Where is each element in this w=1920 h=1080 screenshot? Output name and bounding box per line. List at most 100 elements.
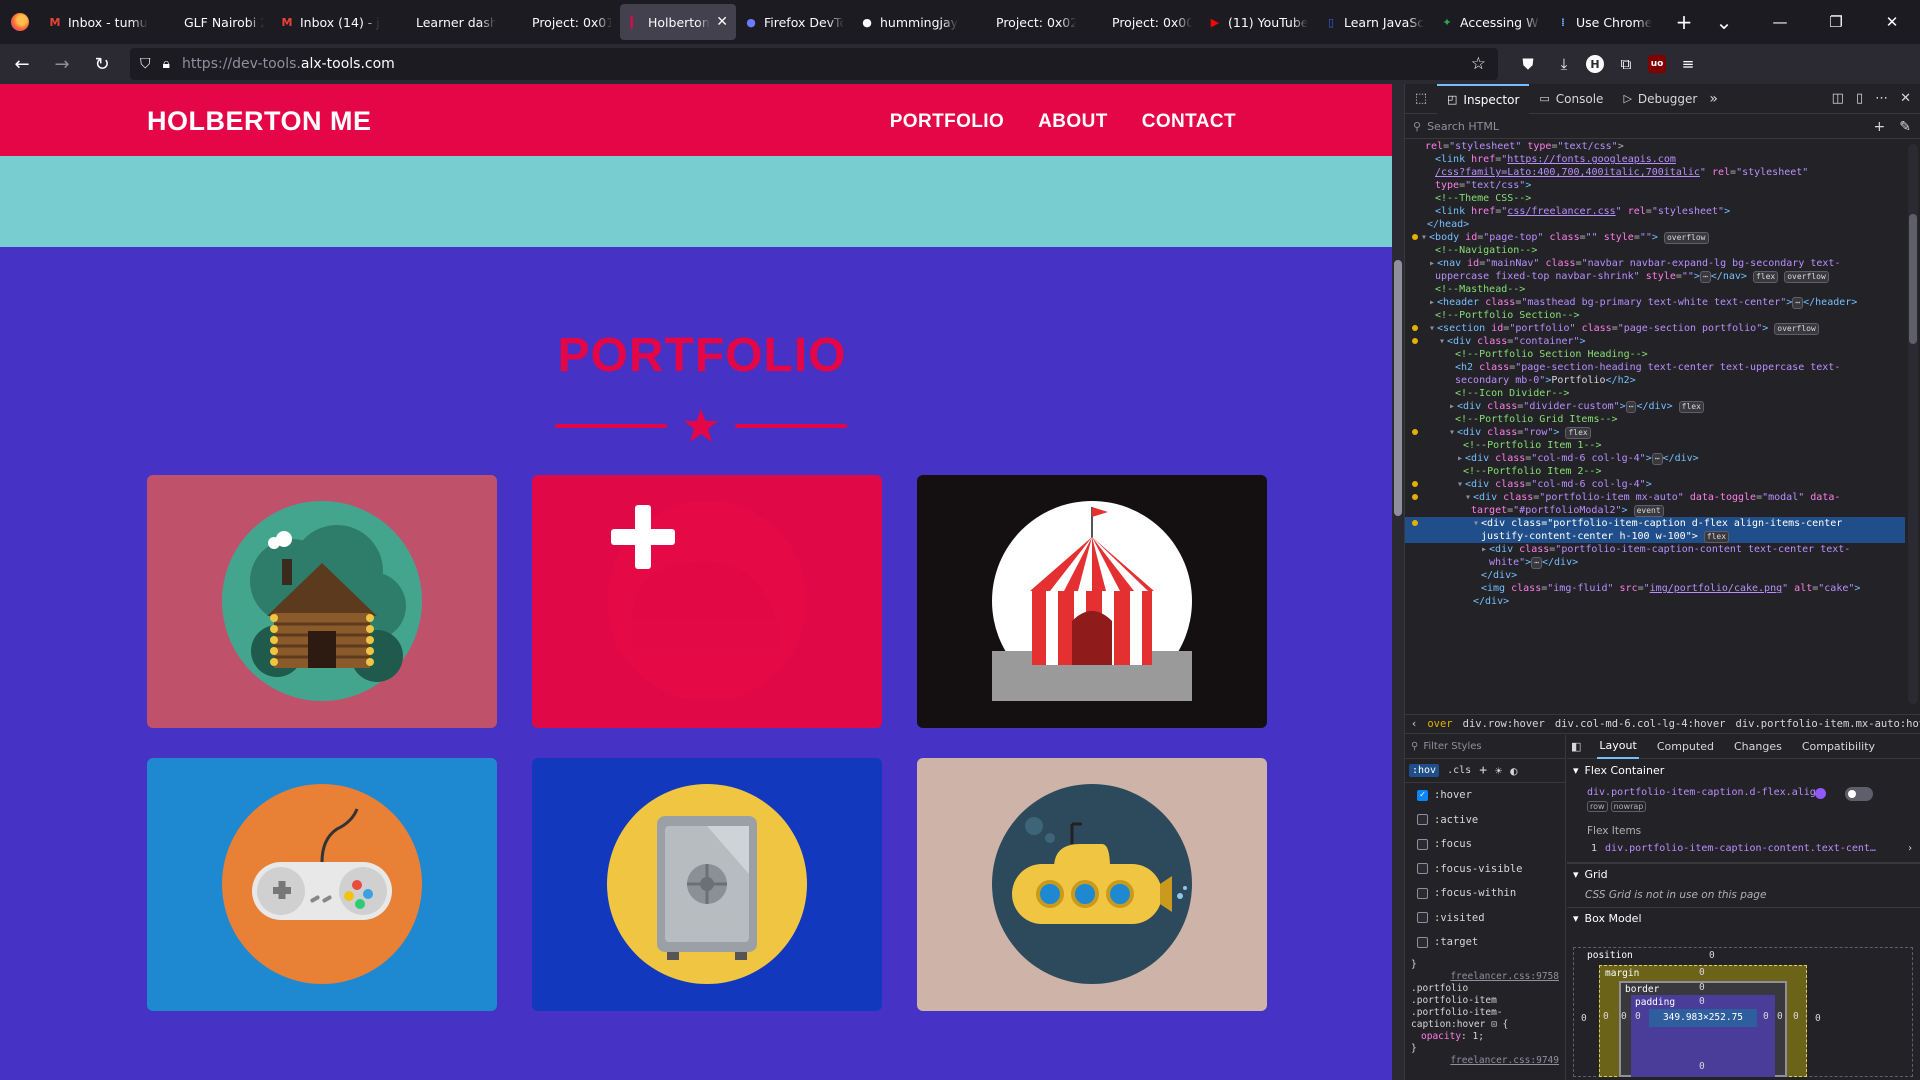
browser-tab[interactable]: ● Firefox DevTo <box>736 4 852 40</box>
markup-node[interactable]: target="#portfolioModal2"> event <box>1405 504 1905 517</box>
lock-icon[interactable]: 🔒︎ <box>163 56 170 72</box>
markup-node[interactable]: <!--Portfolio Item 2--> <box>1405 465 1905 478</box>
expand-toggle-icon[interactable]: ▾ <box>1457 479 1463 490</box>
browser-tab[interactable]: ▎ Holberton ✕ <box>620 4 736 40</box>
markup-node[interactable]: <!--Portfolio Item 1--> <box>1405 439 1905 452</box>
browser-tab[interactable]: M Inbox (14) - ja <box>272 4 388 40</box>
pseudo-class-toggle[interactable]: :focus <box>1405 832 1565 857</box>
portfolio-item-submarine[interactable] <box>917 758 1267 1011</box>
element-picker-icon[interactable]: ⬚ <box>1405 91 1437 106</box>
markup-scrollbar[interactable] <box>1908 144 1918 704</box>
url-bar[interactable]: ⛉ 🔒︎ https://dev-tools. alx-tools.com ☆ <box>130 48 1498 80</box>
markup-view[interactable]: rel="stylesheet" type="text/css"> <link h… <box>1405 140 1905 714</box>
reload-icon[interactable]: ↻ <box>84 48 120 80</box>
markup-node[interactable]: ▾ <div class="row"> flex <box>1405 426 1905 439</box>
downloads-icon[interactable]: ⤓ <box>1550 50 1578 78</box>
markup-node[interactable]: <!--Masthead--> <box>1405 283 1905 296</box>
sidebar-toggle-icon[interactable]: ◧ <box>1571 740 1581 753</box>
browser-tab[interactable]: ⁞ Use Chrome <box>1548 4 1664 40</box>
expand-toggle-icon[interactable]: ▾ <box>1473 518 1479 529</box>
close-tab-icon[interactable]: ✕ <box>712 14 728 30</box>
bm-value[interactable]: 0 <box>1635 1011 1641 1022</box>
restore-icon[interactable]: ❐ <box>1808 13 1864 31</box>
markup-node[interactable]: ▸ <div class="portfolio-item-caption-cont… <box>1405 543 1905 556</box>
checkbox[interactable] <box>1417 814 1428 826</box>
dark-scheme-icon[interactable]: ◐ <box>1510 764 1517 778</box>
browser-tab[interactable]: Project: 0x01. <box>504 4 620 40</box>
extensions-icon[interactable]: ⧉ <box>1612 50 1640 78</box>
markup-node[interactable]: ▾ <div class="container"> <box>1405 335 1905 348</box>
light-scheme-icon[interactable]: ☀ <box>1495 764 1502 778</box>
markup-node[interactable]: rel="stylesheet" type="text/css"> <box>1405 140 1905 153</box>
nav-link-contact[interactable]: CONTACT <box>1142 111 1236 133</box>
tab-console[interactable]: ▭ Console <box>1529 84 1613 114</box>
markup-node[interactable]: ▾ <div class="col-md-6 col-lg-4"> <box>1405 478 1905 491</box>
responsive-design-icon[interactable]: ▯ <box>1856 91 1863 106</box>
browser-tab[interactable]: ● hummingjay <box>852 4 968 40</box>
markup-node[interactable]: ▸ <nav id="mainNav" class="navbar navbar-… <box>1405 257 1905 270</box>
bm-value[interactable]: 0 <box>1603 1011 1609 1022</box>
expand-toggle-icon[interactable]: ▸ <box>1457 453 1463 464</box>
bm-value[interactable]: 0 <box>1793 1011 1799 1022</box>
tab-computed[interactable]: Computed <box>1655 735 1716 759</box>
bm-value[interactable]: 0 <box>1621 1011 1627 1022</box>
markup-node[interactable]: </div> <box>1405 569 1905 582</box>
checkbox[interactable] <box>1417 936 1428 948</box>
markup-node[interactable]: ▾ <body id="page-top" class="" style=""> … <box>1405 231 1905 244</box>
pocket-icon[interactable]: ⛊ <box>1514 50 1542 78</box>
markup-node[interactable]: justify-content-center h-100 w-100"> fle… <box>1405 530 1905 543</box>
markup-node[interactable]: ▸ <div class="divider-custom"> ⋯ </div> fle… <box>1405 400 1905 413</box>
bm-value[interactable]: 0 <box>1699 996 1705 1007</box>
expand-toggle-icon[interactable]: ▸ <box>1481 544 1487 555</box>
tab-debugger[interactable]: ▷ Debugger <box>1613 84 1707 114</box>
nav-link-portfolio[interactable]: PORTFOLIO <box>890 111 1004 133</box>
browser-tab[interactable]: Project: 0x00. <box>1084 4 1200 40</box>
markup-node[interactable]: ▾ <div class="portfolio-item-caption d-fl… <box>1405 517 1905 530</box>
flex-overlay-toggle[interactable] <box>1845 787 1873 801</box>
pseudo-class-toggle[interactable]: :target <box>1405 930 1565 955</box>
expand-toggle-icon[interactable]: ▸ <box>1449 401 1455 412</box>
cls-toggle-button[interactable]: .cls <box>1447 765 1471 776</box>
portfolio-item-game[interactable] <box>147 758 497 1011</box>
markup-node[interactable]: <!--Theme CSS--> <box>1405 192 1905 205</box>
checkbox[interactable] <box>1417 838 1428 850</box>
expand-toggle-icon[interactable]: ▸ <box>1429 297 1435 308</box>
markup-node[interactable]: <!--Navigation--> <box>1405 244 1905 257</box>
browser-tab[interactable]: Learner dashb <box>388 4 504 40</box>
bm-value[interactable]: 0 <box>1699 1061 1705 1072</box>
markup-node[interactable]: <!--Portfolio Section--> <box>1405 309 1905 322</box>
markup-node[interactable]: <!--Portfolio Grid Items--> <box>1405 413 1905 426</box>
flex-container-selector[interactable]: div.portfolio-item-caption.d-flex.alig… <box>1587 787 1822 798</box>
markup-node[interactable]: uppercase fixed-top navbar-shrink" style… <box>1405 270 1905 283</box>
portfolio-item-cabin[interactable] <box>147 475 497 728</box>
checkbox[interactable] <box>1417 912 1428 924</box>
rule-source-link[interactable]: freelancer.css:9749 <box>1411 1055 1559 1067</box>
browser-tab[interactable]: ✦ Accessing WS <box>1432 4 1548 40</box>
markup-node[interactable]: </head> <box>1405 218 1905 231</box>
checkbox[interactable]: ✓ <box>1417 789 1428 801</box>
markup-node[interactable]: ▸ <div class="col-md-6 col-lg-4"> ⋯ </div> <box>1405 452 1905 465</box>
portfolio-item-cake[interactable] <box>532 475 882 728</box>
pseudo-class-toggle[interactable]: :active <box>1405 808 1565 833</box>
grid-heading[interactable]: Grid <box>1585 868 1608 881</box>
rule-property[interactable]: opacity <box>1421 1031 1461 1042</box>
html-search-bar[interactable]: ⚲ Search HTML + ✎ <box>1405 115 1920 139</box>
browser-tab[interactable]: Project: 0x02. <box>968 4 1084 40</box>
flex-item-entry[interactable]: 1 div.portfolio-item-caption-content.text… <box>1567 841 1920 863</box>
portfolio-item-safe[interactable] <box>532 758 882 1011</box>
overlay-color-swatch[interactable] <box>1815 788 1826 799</box>
markup-node[interactable]: /css?family=Lato:400,700,400italic,700it… <box>1405 166 1905 179</box>
collapse-icon[interactable]: ▾ <box>1573 868 1579 881</box>
filter-styles-input[interactable]: ⚲ Filter Styles <box>1405 735 1565 759</box>
forward-icon[interactable]: → <box>44 48 80 80</box>
tab-changes[interactable]: Changes <box>1732 735 1784 759</box>
expand-toggle-icon[interactable]: ▾ <box>1449 427 1455 438</box>
tracking-shield-icon[interactable]: ⛉ <box>140 56 151 72</box>
markup-node[interactable]: <h2 class="page-section-heading text-cen… <box>1405 361 1905 374</box>
expand-toggle-icon[interactable]: ▾ <box>1429 323 1435 334</box>
markup-node[interactable]: <link href="css/freelancer.css" rel="sty… <box>1405 205 1905 218</box>
search-html-input[interactable]: Search HTML <box>1427 120 1499 133</box>
hov-toggle-button[interactable]: :hov <box>1409 764 1440 777</box>
bm-value[interactable]: 0 <box>1777 1011 1783 1022</box>
pseudo-class-toggle[interactable]: :visited <box>1405 906 1565 931</box>
